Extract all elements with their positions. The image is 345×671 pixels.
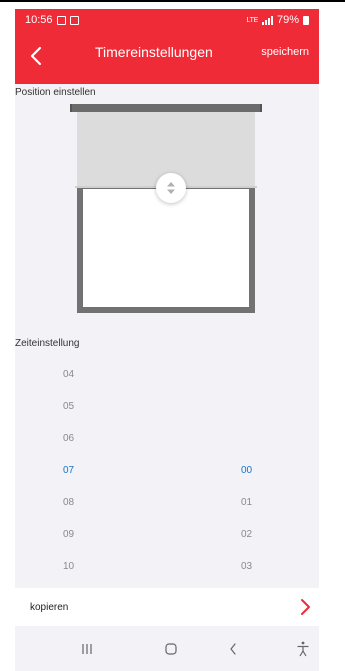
copy-row[interactable]: kopieren <box>15 588 319 626</box>
rail-end-right <box>260 104 262 112</box>
recent-apps-button[interactable] <box>77 639 97 659</box>
top-edge-line <box>0 0 345 9</box>
minute-option-selected[interactable]: 00 <box>241 465 252 476</box>
minute-option[interactable]: 01 <box>241 497 252 508</box>
hour-option[interactable]: 09 <box>63 529 74 540</box>
hour-option[interactable]: 08 <box>63 497 74 508</box>
shutter-position-control[interactable] <box>60 104 275 319</box>
minute-option[interactable]: 02 <box>241 529 252 540</box>
shutter-rail <box>72 104 260 112</box>
back-button[interactable] <box>25 44 49 68</box>
battery-icon <box>303 15 309 25</box>
copy-label: kopieren <box>30 601 69 613</box>
up-down-arrows-icon <box>167 182 175 194</box>
accessibility-button[interactable] <box>293 639 313 659</box>
message-icon <box>56 15 66 25</box>
hour-option[interactable]: 06 <box>63 433 74 444</box>
time-setting-label: Zeiteinstellung <box>15 338 80 349</box>
chevron-right-icon <box>301 599 310 615</box>
page-title: Timereinstellungen <box>95 44 213 60</box>
app-header: 10:56 LTE 79% Timereinstellungen speiche… <box>15 9 319 84</box>
rail-end-left <box>70 104 72 112</box>
status-time: 10:56 <box>25 14 53 26</box>
recent-apps-icon <box>82 644 92 654</box>
minute-option[interactable]: 03 <box>241 561 252 572</box>
status-bar: 10:56 LTE 79% <box>15 9 319 31</box>
hour-option[interactable]: 05 <box>63 401 74 412</box>
position-label: Position einstellen <box>15 87 96 98</box>
title-row: Timereinstellungen speichern <box>15 31 319 84</box>
accessibility-icon <box>297 641 309 657</box>
network-type: LTE <box>246 16 259 24</box>
home-icon <box>69 15 79 25</box>
home-button[interactable] <box>161 639 181 659</box>
time-picker[interactable]: 04 05 06 07 08 09 10 00 01 02 03 <box>15 360 319 580</box>
back-nav-button[interactable] <box>223 639 243 659</box>
save-button[interactable]: speichern <box>261 46 309 58</box>
hour-option-selected[interactable]: 07 <box>63 465 74 476</box>
battery-percent: 79% <box>276 14 299 26</box>
hour-option[interactable]: 10 <box>63 561 74 572</box>
shutter-handle[interactable] <box>156 173 186 203</box>
back-arrow-icon <box>230 643 236 655</box>
signal-icon <box>261 15 273 25</box>
system-navigation-bar <box>15 626 319 671</box>
window-frame <box>77 183 255 313</box>
home-square-icon <box>165 643 177 655</box>
chevron-left-icon <box>30 46 42 66</box>
hour-option[interactable]: 04 <box>63 369 74 380</box>
